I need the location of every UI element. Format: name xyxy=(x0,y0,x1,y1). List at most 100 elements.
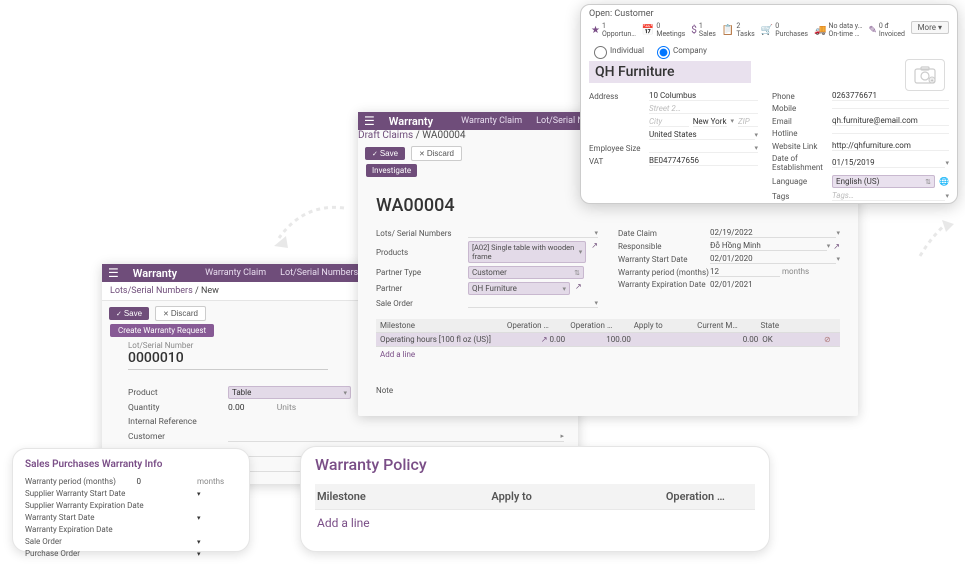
warranty-period-value[interactable]: 12 xyxy=(710,267,780,277)
row-op2: 100.00 xyxy=(569,335,635,344)
address-street1[interactable]: 10 Columbus xyxy=(649,91,758,101)
website-value[interactable]: http://qhfurniture.com xyxy=(832,141,949,151)
delete-row-icon[interactable]: ⊘ xyxy=(824,335,836,344)
image-placeholder-icon[interactable]: + xyxy=(905,59,945,91)
col-milestone: Milestone xyxy=(317,490,491,503)
col-current: Current M… xyxy=(697,321,760,330)
add-line-button[interactable]: Add a line xyxy=(315,510,755,536)
col-operation-2: Operation … xyxy=(570,321,633,330)
product-label: Product xyxy=(128,388,228,398)
phone-value[interactable]: 0263776671 xyxy=(832,91,949,101)
customer-name-input[interactable]: QH Furniture xyxy=(589,61,751,83)
investigate-button[interactable]: Investigate xyxy=(366,164,417,177)
warranty-start-date-label: Warranty Start Date xyxy=(25,512,94,524)
warranty-period-value[interactable]: 0 xyxy=(136,476,176,488)
address-state[interactable]: New York xyxy=(693,117,727,127)
doe-value[interactable]: 01/15/2019 xyxy=(832,158,945,168)
warranty-start-value[interactable]: 02/01/2020 xyxy=(710,254,836,264)
tags-label: Tags xyxy=(772,192,832,201)
partner-type-select[interactable]: Customer⇅ xyxy=(468,266,584,279)
apps-icon[interactable]: ☰ xyxy=(364,114,375,128)
stat-meetings[interactable]: 📅0Meetings xyxy=(640,21,687,39)
nav-warranty-claim[interactable]: Warranty Claim xyxy=(205,268,266,278)
apps-icon[interactable]: ☰ xyxy=(108,266,119,280)
vat-value[interactable]: BE047747656 xyxy=(649,156,758,166)
breadcrumb-a[interactable]: Lots/Serial Numbers xyxy=(110,286,193,296)
save-button[interactable]: ✓ Save xyxy=(109,307,149,320)
external-link-icon[interactable]: ↗ xyxy=(591,241,598,263)
col-apply-to: Apply to xyxy=(491,490,665,503)
lots-dropdown[interactable]: ▾ xyxy=(594,229,598,237)
discard-button[interactable]: ✕ Discard xyxy=(155,306,206,321)
email-value[interactable]: qh.furniture@email.com xyxy=(832,116,949,126)
stat-purchases[interactable]: 🛒0Purchases xyxy=(759,21,810,39)
star-icon: ★ xyxy=(591,25,600,36)
save-button[interactable]: ✓ Save xyxy=(365,147,405,160)
lot-serial-value[interactable]: 0000010 xyxy=(128,350,328,370)
mobile-value[interactable] xyxy=(832,108,949,109)
external-link-icon[interactable]: ↗ xyxy=(833,242,840,251)
form-sheet: WA00004 Lots/ Serial Numbers ▾ Products … xyxy=(358,181,858,403)
add-line-button[interactable]: Add a line xyxy=(376,347,840,362)
external-link-icon[interactable]: ↗ xyxy=(541,335,548,344)
more-button[interactable]: More ▾ xyxy=(911,21,949,34)
discard-button[interactable]: ✕ Discard xyxy=(411,146,462,161)
table-row[interactable]: Operating hours [100 fl oz (US)] ↗ 0.00 … xyxy=(376,333,840,347)
truck-icon: 🚚 xyxy=(814,25,826,36)
product-select[interactable]: Table▾ xyxy=(228,386,351,399)
popup-title: Open: Customer xyxy=(589,9,949,19)
radio-company[interactable] xyxy=(657,46,670,59)
nav-warranty-claim[interactable]: Warranty Claim xyxy=(461,116,522,126)
radio-individual[interactable] xyxy=(594,46,607,59)
app-title: Warranty xyxy=(133,267,177,280)
website-label: Website Link xyxy=(772,142,832,151)
milestone-table: Milestone Operation … Operation … Apply … xyxy=(376,319,840,362)
address-street2[interactable]: Street 2… xyxy=(649,104,758,114)
hotline-label: Hotline xyxy=(772,129,832,138)
date-claim-value[interactable]: 02/19/2022 xyxy=(710,228,836,238)
breadcrumb-b: WA00004 xyxy=(422,130,465,141)
sale-order-dropdown[interactable]: ▾ xyxy=(594,299,598,307)
warranty-start-label: Warranty Start Date xyxy=(618,255,710,264)
purchase-order-label: Purchase Order xyxy=(25,548,80,560)
employee-size-dropdown[interactable]: ▾ xyxy=(755,144,759,152)
warranty-expiration-label: Warranty Expiration Date xyxy=(618,280,710,289)
phone-label: Phone xyxy=(772,92,832,101)
products-select[interactable]: [A02] Single table with wooden frame▾ xyxy=(468,241,586,263)
supplier-warranty-start-label: Supplier Warranty Start Date xyxy=(25,488,125,500)
partner-select[interactable]: QH Furniture▾ xyxy=(468,282,570,295)
hotline-value[interactable] xyxy=(832,133,949,134)
customer-label: Customer xyxy=(128,432,228,442)
quantity-value[interactable]: 0.00 xyxy=(228,403,245,413)
responsible-label: Responsible xyxy=(618,242,710,251)
pencil-icon: ✎ xyxy=(868,25,876,36)
decorative-arrow xyxy=(912,216,960,264)
breadcrumb-a[interactable]: Draft Claims xyxy=(358,130,413,141)
address-country[interactable]: United States xyxy=(649,130,755,140)
dollar-icon: $ xyxy=(691,25,697,36)
stat-tasks[interactable]: 📋2Tasks xyxy=(720,21,757,39)
sale-order-label: Sale Order xyxy=(376,299,468,308)
quantity-label: Quantity xyxy=(128,403,228,413)
responsible-value[interactable]: Đỗ Hồng Minh xyxy=(710,241,827,251)
row-state: OK xyxy=(762,335,824,344)
stat-opportunities[interactable]: ★1Opportun… xyxy=(589,21,638,39)
external-link-icon[interactable]: ↗ xyxy=(575,282,582,295)
row-milestone: Operating hours [100 fl oz (US)] xyxy=(380,335,503,344)
language-select[interactable]: English (US)⇅ xyxy=(832,175,935,188)
globe-icon[interactable]: 🌐 xyxy=(939,177,949,186)
contact-type-radio: Individual Company xyxy=(589,43,949,59)
nav-lot-serial[interactable]: Lot/Serial Numbers xyxy=(280,268,358,278)
address-city[interactable]: City xyxy=(649,117,689,127)
tags-input[interactable]: Tags… xyxy=(832,191,945,201)
stat-sales[interactable]: $1Sales xyxy=(689,21,718,39)
col-operation-1: Operation … xyxy=(507,321,570,330)
address-zip[interactable]: ZIP xyxy=(738,117,758,127)
note-label: Note xyxy=(376,386,840,395)
col-operation: Operation … xyxy=(666,490,753,503)
warranty-info-card: Sales Purchases Warranty Info Warranty p… xyxy=(12,448,250,552)
stat-invoiced[interactable]: ✎0 đInvoiced xyxy=(866,21,907,39)
create-warranty-request-button[interactable]: Create Warranty Request xyxy=(110,324,214,337)
row-current: 0.00 xyxy=(697,335,763,344)
stat-ontime[interactable]: 🚚No data y…On-time … xyxy=(812,21,864,39)
